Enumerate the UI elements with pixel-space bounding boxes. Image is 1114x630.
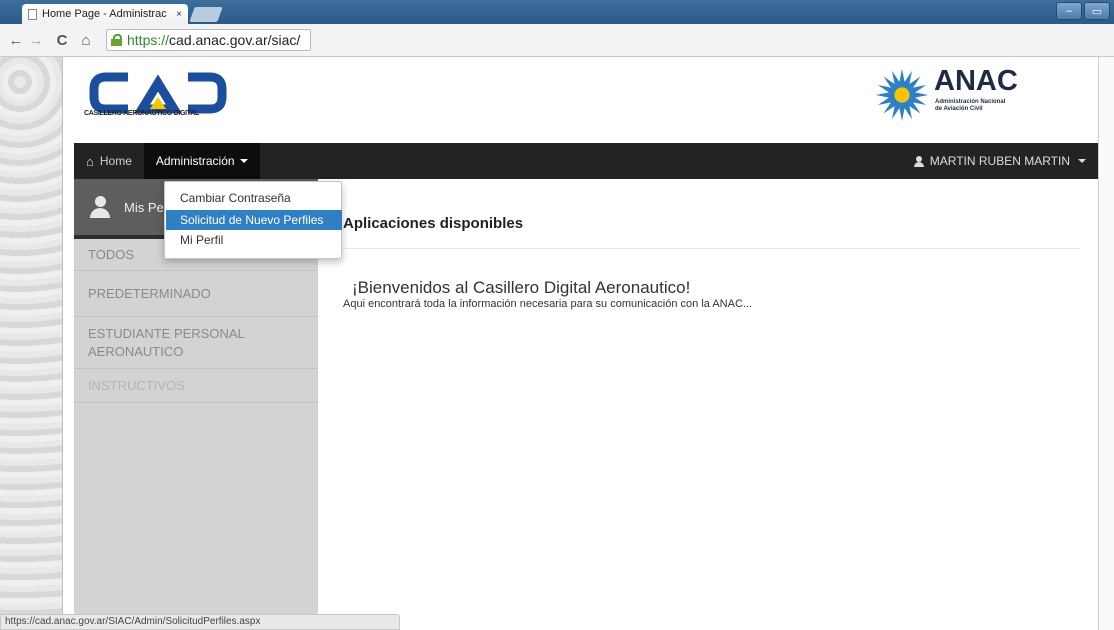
welcome-text: Aqui encontrará toda la información nece…: [343, 298, 753, 310]
anac-logo[interactable]: ANAC Administración Nacional de Aviación…: [874, 65, 1044, 122]
background-pattern: [0, 57, 63, 630]
user-icon: [913, 155, 924, 167]
address-bar[interactable]: https://cad.anac.gov.ar/siac/: [106, 29, 311, 51]
chevron-down-icon: [239, 159, 248, 163]
home-icon[interactable]: ⌂: [76, 32, 96, 49]
home-icon: ⌂: [86, 153, 94, 169]
tab-close-icon[interactable]: ×: [176, 9, 182, 20]
menu-item-solicitud-nuevo-perfiles[interactable]: Solicitud de Nuevo Perfiles: [166, 210, 342, 230]
sidebar-item-label: ESTUDIANTE PERSONAL: [88, 325, 245, 341]
user-group-icon: [90, 196, 112, 218]
sidebar-item-label: TODOS: [88, 246, 134, 262]
sidebar-item-label: PREDETERMINADO: [88, 285, 211, 301]
anac-sub-line1: Administración Nacional: [935, 99, 1006, 105]
nav-administracion-menu[interactable]: Administración: [143, 143, 260, 179]
sidebar-item-instructivos[interactable]: INSTRUCTIVOS: [74, 369, 318, 403]
page-right-edge: [1098, 57, 1114, 630]
browser-status-bar: https://cad.anac.gov.ar/SIAC/Admin/Solic…: [0, 614, 400, 630]
anac-sun-icon: [875, 68, 929, 122]
page-icon: [28, 8, 37, 20]
nav-home-label: Home: [99, 154, 132, 168]
sidebar-item-predeterminado[interactable]: PREDETERMINADO: [74, 271, 318, 317]
anac-name: ANAC: [934, 65, 1018, 97]
browser-toolbar: ← → C ⌂ https://cad.anac.gov.ar/siac/: [0, 24, 1114, 57]
reload-icon[interactable]: C: [52, 32, 72, 49]
nav-user-menu[interactable]: MARTIN RUBEN MARTIN: [913, 143, 1086, 179]
new-tab-button[interactable]: [189, 7, 223, 22]
welcome-heading: ¡Bienvenidos al Casillero Digital Aerona…: [352, 278, 691, 297]
nav-user-label: MARTIN RUBEN MARTIN: [929, 154, 1070, 168]
cad-logo[interactable]: [84, 67, 244, 127]
divider: [343, 248, 1080, 249]
forward-arrow-icon[interactable]: →: [26, 32, 46, 49]
sidebar-item-label: INSTRUCTIVOS: [88, 377, 185, 393]
browser-tab[interactable]: Home Page - Administrac ×: [22, 4, 188, 24]
back-arrow-icon[interactable]: ←: [6, 32, 26, 49]
page-title: Aplicaciones disponibles: [343, 215, 524, 232]
menu-item-mi-perfil[interactable]: Mi Perfil: [166, 230, 342, 250]
anac-sub-line2: de Aviación Civil: [935, 106, 983, 112]
maximize-button[interactable]: ▭: [1084, 2, 1110, 20]
nav-home-link[interactable]: ⌂ Home: [74, 143, 144, 179]
sidebar-item-estudiante-personal-aeronautico[interactable]: ESTUDIANTE PERSONAL AERONAUTICO: [74, 317, 318, 369]
nav-admin-label: Administración: [155, 154, 235, 168]
browser-titlebar: Home Page - Administrac × – ▭: [0, 0, 1114, 24]
sidebar-profile-label: Mis Pe: [124, 199, 164, 215]
cad-subtitle: CASILLERO AERONAUTICO DIGITAL: [84, 110, 199, 117]
menu-item-cambiar-contrasena[interactable]: Cambiar Contraseña: [166, 188, 342, 208]
url-host-path: cad.anac.gov.ar/siac/: [169, 32, 301, 48]
lock-icon: [111, 34, 122, 46]
url-scheme: https://: [127, 32, 170, 48]
sidebar-item-label: AERONAUTICO: [88, 343, 184, 359]
minimize-button[interactable]: –: [1056, 2, 1082, 20]
chevron-down-icon: [1078, 159, 1086, 163]
site-header: CASILLERO AERONAUTICO DIGITAL ANAC Admin…: [74, 57, 1098, 143]
administracion-dropdown: Cambiar Contraseña Solicitud de Nuevo Pe…: [164, 181, 342, 259]
window-controls: – ▭: [1056, 2, 1110, 20]
anac-subtitle: Administración Nacional de Aviación Civi…: [935, 99, 1005, 113]
tab-title: Home Page - Administrac: [42, 8, 167, 20]
main-navbar: ⌂ Home Administración MARTIN RUBEN MARTI…: [74, 143, 1098, 179]
